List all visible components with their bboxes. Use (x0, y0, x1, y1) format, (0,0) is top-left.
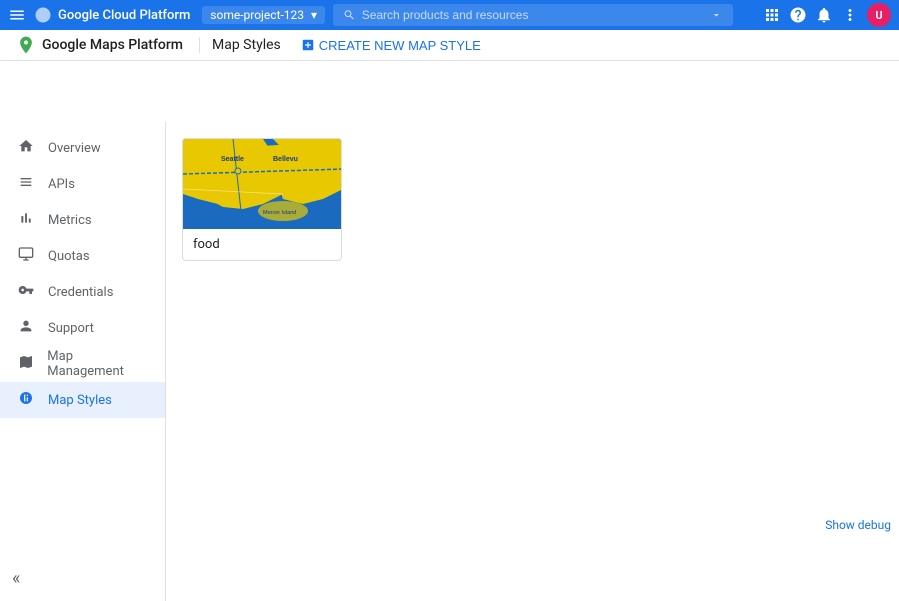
sidebar-item-apis[interactable]: APIs (0, 166, 165, 202)
maps-platform-logo: Google Maps Platform (16, 35, 183, 55)
sidebar-item-map-styles-label: Map Styles (48, 393, 112, 408)
map-card-label: food (183, 229, 341, 260)
create-btn-label: CREATE NEW MAP STYLE (319, 38, 481, 53)
sidebar-item-metrics[interactable]: Metrics (0, 202, 165, 238)
metrics-icon (16, 210, 36, 230)
support-icon (16, 318, 36, 338)
sidebar-item-map-styles[interactable]: Map Styles (0, 382, 165, 418)
notifications-icon[interactable] (815, 6, 833, 24)
sidebar-item-support-label: Support (48, 321, 94, 336)
svg-text:Bellevu: Bellevu (273, 156, 298, 163)
sidebar-item-overview[interactable]: Overview (0, 130, 165, 166)
help-icon[interactable] (789, 6, 807, 24)
map-preview-thumbnail: Seattle Bellevu Mercer Island (183, 139, 342, 229)
map-style-card[interactable]: Seattle Bellevu Mercer Island food (182, 138, 342, 261)
sidebar-item-credentials[interactable]: Credentials (0, 274, 165, 310)
avatar[interactable]: U (867, 3, 891, 27)
create-plus-icon (301, 38, 315, 52)
top-bar: Google Cloud Platform some-project-123 ▾… (0, 0, 899, 30)
sidebar: Overview APIs Metrics Quotas Credentials (0, 122, 166, 601)
apis-icon (16, 174, 36, 194)
page-title: Map Styles (199, 37, 281, 53)
credentials-icon (16, 282, 36, 302)
sidebar-collapse-button[interactable]: « (12, 568, 20, 589)
search-dropdown-icon (710, 8, 723, 22)
svg-text:Seattle: Seattle (221, 156, 244, 163)
second-bar: Google Maps Platform Map Styles CREATE N… (0, 30, 899, 61)
menu-icon[interactable] (8, 6, 26, 24)
main-content: Seattle Bellevu Mercer Island food (166, 122, 899, 601)
sidebar-item-support[interactable]: Support (0, 310, 165, 346)
sidebar-item-apis-label: APIs (48, 177, 75, 192)
show-debug-link[interactable]: Show debug (825, 518, 891, 532)
map-styles-icon (16, 390, 36, 410)
sidebar-item-quotas-label: Quotas (48, 249, 90, 264)
sidebar-item-map-management-label: Map Management (47, 349, 149, 379)
search-input[interactable] (362, 8, 705, 22)
sidebar-item-quotas[interactable]: Quotas (0, 238, 165, 274)
create-new-map-style-button[interactable]: CREATE NEW MAP STYLE (301, 38, 481, 53)
maps-pin-icon (16, 35, 36, 55)
sidebar-item-map-management[interactable]: Map Management (0, 346, 165, 382)
main-layout: Overview APIs Metrics Quotas Credentials (0, 122, 899, 601)
more-options-icon[interactable] (841, 6, 859, 24)
project-selector[interactable]: some-project-123 ▾ (202, 6, 325, 24)
maps-platform-title: Google Maps Platform (42, 37, 183, 53)
top-bar-actions: U (763, 3, 891, 27)
dropdown-arrow: ▾ (311, 8, 317, 22)
overview-icon (16, 138, 36, 158)
search-bar[interactable] (333, 4, 733, 26)
gcp-title: Google Cloud Platform (58, 8, 190, 23)
map-preview-svg: Seattle Bellevu Mercer Island (183, 139, 342, 229)
sidebar-item-metrics-label: Metrics (48, 213, 92, 228)
map-management-icon (16, 354, 35, 374)
apps-icon[interactable] (763, 6, 781, 24)
sidebar-item-overview-label: Overview (48, 141, 101, 156)
quotas-icon (16, 246, 36, 266)
gcp-logo: Google Cloud Platform (34, 6, 190, 24)
sidebar-item-credentials-label: Credentials (48, 285, 113, 300)
search-icon (343, 8, 356, 22)
svg-text:Mercer Island: Mercer Island (263, 210, 296, 216)
